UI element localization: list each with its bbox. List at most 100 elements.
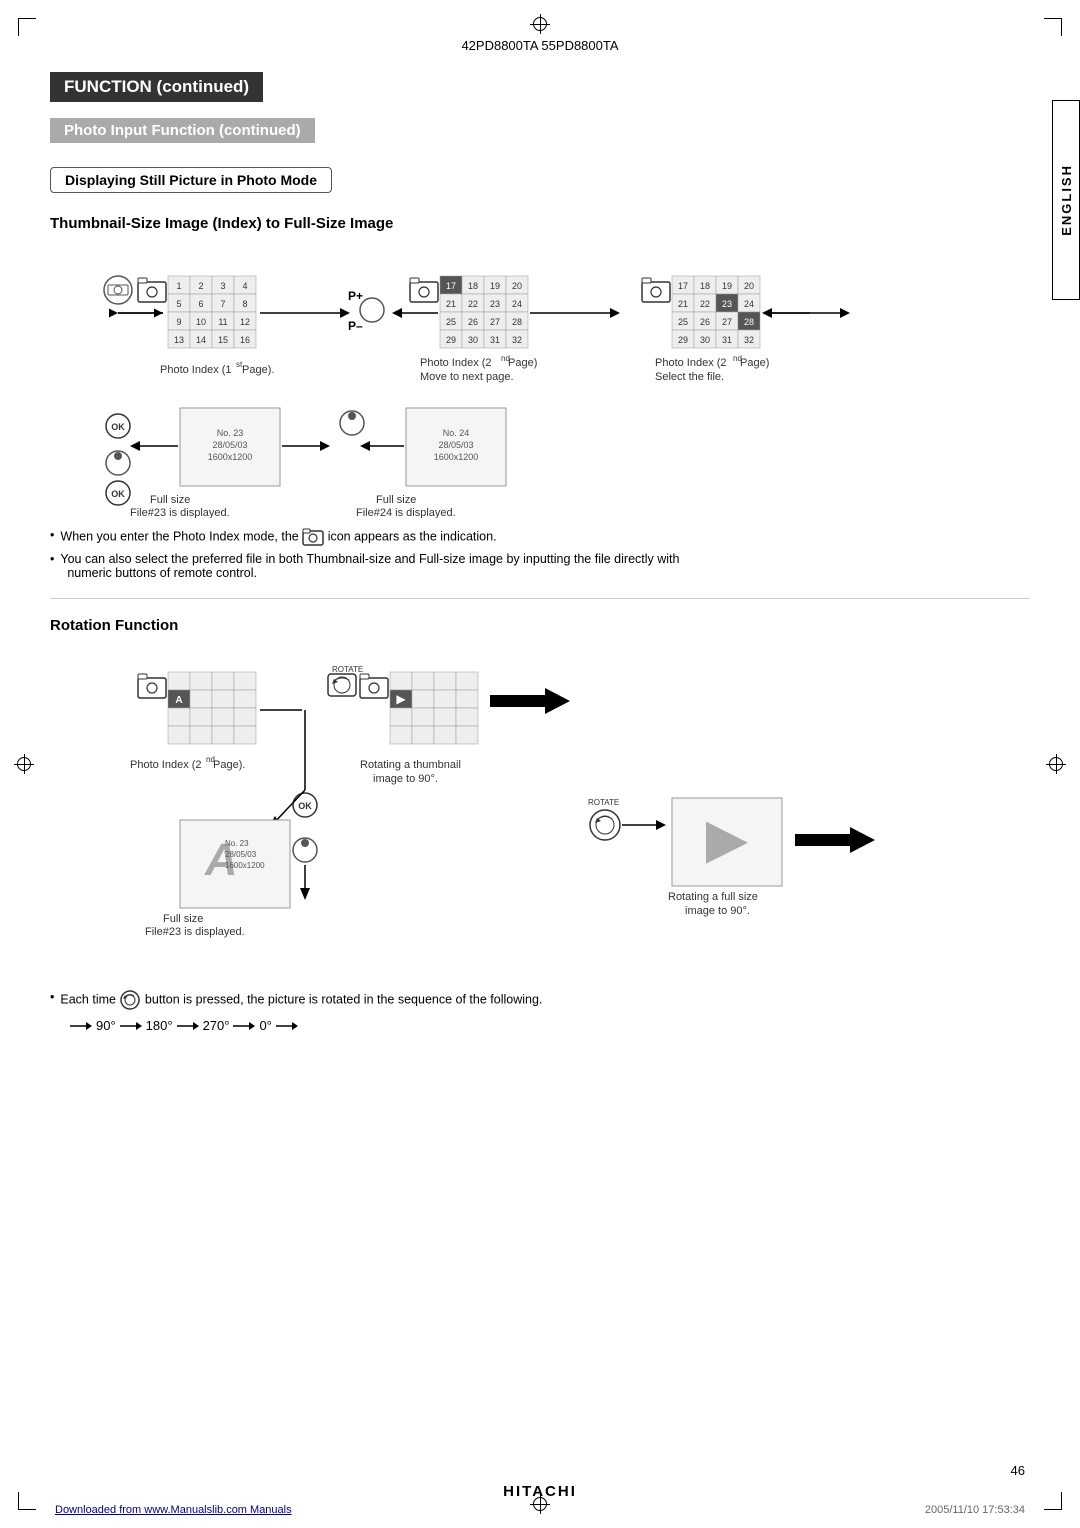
svg-text:Photo Index (2: Photo Index (2 bbox=[130, 759, 202, 771]
svg-text:25: 25 bbox=[446, 317, 456, 327]
svg-text:image to 90°.: image to 90°. bbox=[373, 773, 438, 785]
svg-text:25: 25 bbox=[678, 317, 688, 327]
page-number: 46 bbox=[1011, 1463, 1025, 1478]
svg-text:30: 30 bbox=[700, 335, 710, 345]
crosshair-left bbox=[14, 754, 34, 774]
main-content: FUNCTION (continued) Photo Input Functio… bbox=[50, 72, 1030, 1053]
photo-input-header: Photo Input Function (continued) bbox=[50, 118, 315, 143]
page-header: 42PD8800TA 55PD8800TA bbox=[0, 38, 1080, 53]
svg-text:24: 24 bbox=[512, 299, 522, 309]
svg-text:6: 6 bbox=[198, 299, 203, 309]
svg-text:File#24 is displayed.: File#24 is displayed. bbox=[356, 507, 456, 518]
footer-link[interactable]: Downloaded from www.Manualslib.com Manua… bbox=[55, 1504, 292, 1516]
svg-text:7: 7 bbox=[220, 299, 225, 309]
svg-text:29: 29 bbox=[678, 335, 688, 345]
svg-text:File#23 is displayed.: File#23 is displayed. bbox=[145, 926, 245, 938]
svg-text:3: 3 bbox=[220, 281, 225, 291]
svg-text:Page): Page) bbox=[508, 357, 537, 369]
svg-text:P–: P– bbox=[348, 319, 363, 333]
footer-date: 2005/11/10 17:53:34 bbox=[925, 1504, 1025, 1516]
svg-text:28/05/03: 28/05/03 bbox=[438, 440, 473, 450]
svg-text:22: 22 bbox=[468, 299, 478, 309]
svg-text:23: 23 bbox=[490, 299, 500, 309]
svg-text:No. 23: No. 23 bbox=[225, 839, 249, 848]
brand-footer: HITACHI bbox=[0, 1483, 1080, 1500]
svg-text:Photo Index (1: Photo Index (1 bbox=[160, 364, 232, 376]
svg-text:32: 32 bbox=[512, 335, 522, 345]
svg-text:A: A bbox=[175, 695, 182, 706]
svg-text:▶: ▶ bbox=[706, 807, 749, 869]
svg-text:31: 31 bbox=[722, 335, 732, 345]
svg-text:OK: OK bbox=[111, 422, 125, 432]
svg-text:22: 22 bbox=[700, 299, 710, 309]
svg-text:1: 1 bbox=[176, 281, 181, 291]
svg-text:19: 19 bbox=[722, 281, 732, 291]
svg-text:17: 17 bbox=[446, 281, 456, 291]
svg-text:26: 26 bbox=[468, 317, 478, 327]
svg-text:21: 21 bbox=[446, 299, 456, 309]
svg-text:23: 23 bbox=[722, 299, 732, 309]
english-sidebar: ENGLISH bbox=[1052, 100, 1080, 300]
svg-text:11: 11 bbox=[218, 317, 227, 327]
english-label: ENGLISH bbox=[1059, 164, 1074, 236]
svg-text:Photo Index (2: Photo Index (2 bbox=[420, 357, 492, 369]
bullet2: • You can also select the preferred file… bbox=[50, 552, 1030, 580]
svg-text:31: 31 bbox=[490, 335, 500, 345]
corner-mark-tr bbox=[1044, 18, 1062, 36]
svg-text:13: 13 bbox=[174, 335, 184, 345]
svg-text:18: 18 bbox=[700, 281, 710, 291]
svg-text:Select the file.: Select the file. bbox=[655, 371, 724, 383]
rotation-sequence: 90° 180° 270° 0° bbox=[70, 1018, 1030, 1033]
svg-text:29: 29 bbox=[446, 335, 456, 345]
svg-text:▶: ▶ bbox=[396, 692, 406, 706]
thumbnail-full-diagram: 1 2 3 4 5 6 7 8 9 10 bbox=[50, 248, 1030, 518]
svg-text:OK: OK bbox=[298, 801, 312, 811]
svg-text:No. 24: No. 24 bbox=[443, 428, 470, 438]
rotation-diagram: A ROTATE bbox=[50, 650, 1030, 990]
svg-text:ROTATE: ROTATE bbox=[332, 665, 363, 674]
svg-text:20: 20 bbox=[512, 281, 522, 291]
svg-text:Photo Index (2: Photo Index (2 bbox=[655, 357, 727, 369]
model-numbers: 42PD8800TA 55PD8800TA bbox=[461, 38, 618, 53]
svg-text:32: 32 bbox=[744, 335, 754, 345]
svg-text:Full size: Full size bbox=[163, 913, 203, 925]
svg-text:20: 20 bbox=[744, 281, 754, 291]
crosshair-top bbox=[530, 14, 550, 34]
svg-text:28: 28 bbox=[744, 317, 754, 327]
svg-text:18: 18 bbox=[468, 281, 478, 291]
diagram-svg-1: 1 2 3 4 5 6 7 8 9 10 bbox=[50, 248, 990, 518]
svg-text:2: 2 bbox=[198, 281, 203, 291]
svg-text:4: 4 bbox=[242, 281, 247, 291]
svg-text:24: 24 bbox=[744, 299, 754, 309]
svg-text:27: 27 bbox=[490, 317, 500, 327]
bullet1: • When you enter the Photo Index mode, t… bbox=[50, 528, 1030, 546]
svg-text:Page).: Page). bbox=[213, 759, 245, 771]
svg-text:8: 8 bbox=[242, 299, 247, 309]
svg-text:Full size: Full size bbox=[150, 494, 190, 506]
svg-text:Page): Page) bbox=[740, 357, 769, 369]
svg-text:12: 12 bbox=[240, 317, 250, 327]
function-header: FUNCTION (continued) bbox=[50, 72, 263, 102]
svg-text:28/05/03: 28/05/03 bbox=[225, 850, 257, 859]
svg-text:Move to next page.: Move to next page. bbox=[420, 371, 514, 383]
svg-text:21: 21 bbox=[678, 299, 688, 309]
svg-text:File#23 is displayed.: File#23 is displayed. bbox=[130, 507, 230, 518]
svg-text:16: 16 bbox=[240, 335, 250, 345]
svg-text:Rotating a full size: Rotating a full size bbox=[668, 891, 758, 903]
svg-text:28: 28 bbox=[512, 317, 522, 327]
each-time-bullet: • Each time button is pressed, the pictu… bbox=[50, 990, 1030, 1010]
corner-mark-tl bbox=[18, 18, 36, 36]
svg-text:1600x1200: 1600x1200 bbox=[225, 861, 265, 870]
svg-text:28/05/03: 28/05/03 bbox=[212, 440, 247, 450]
svg-text:27: 27 bbox=[722, 317, 732, 327]
rotation-title: Rotation Function bbox=[50, 617, 1030, 634]
svg-text:10: 10 bbox=[196, 317, 206, 327]
svg-text:ROTATE: ROTATE bbox=[588, 798, 619, 807]
section-divider bbox=[50, 598, 1030, 599]
svg-text:30: 30 bbox=[468, 335, 478, 345]
svg-text:P+: P+ bbox=[348, 289, 363, 303]
svg-text:15: 15 bbox=[218, 335, 228, 345]
svg-text:Page).: Page). bbox=[242, 364, 274, 376]
svg-text:5: 5 bbox=[176, 299, 181, 309]
svg-text:19: 19 bbox=[490, 281, 500, 291]
